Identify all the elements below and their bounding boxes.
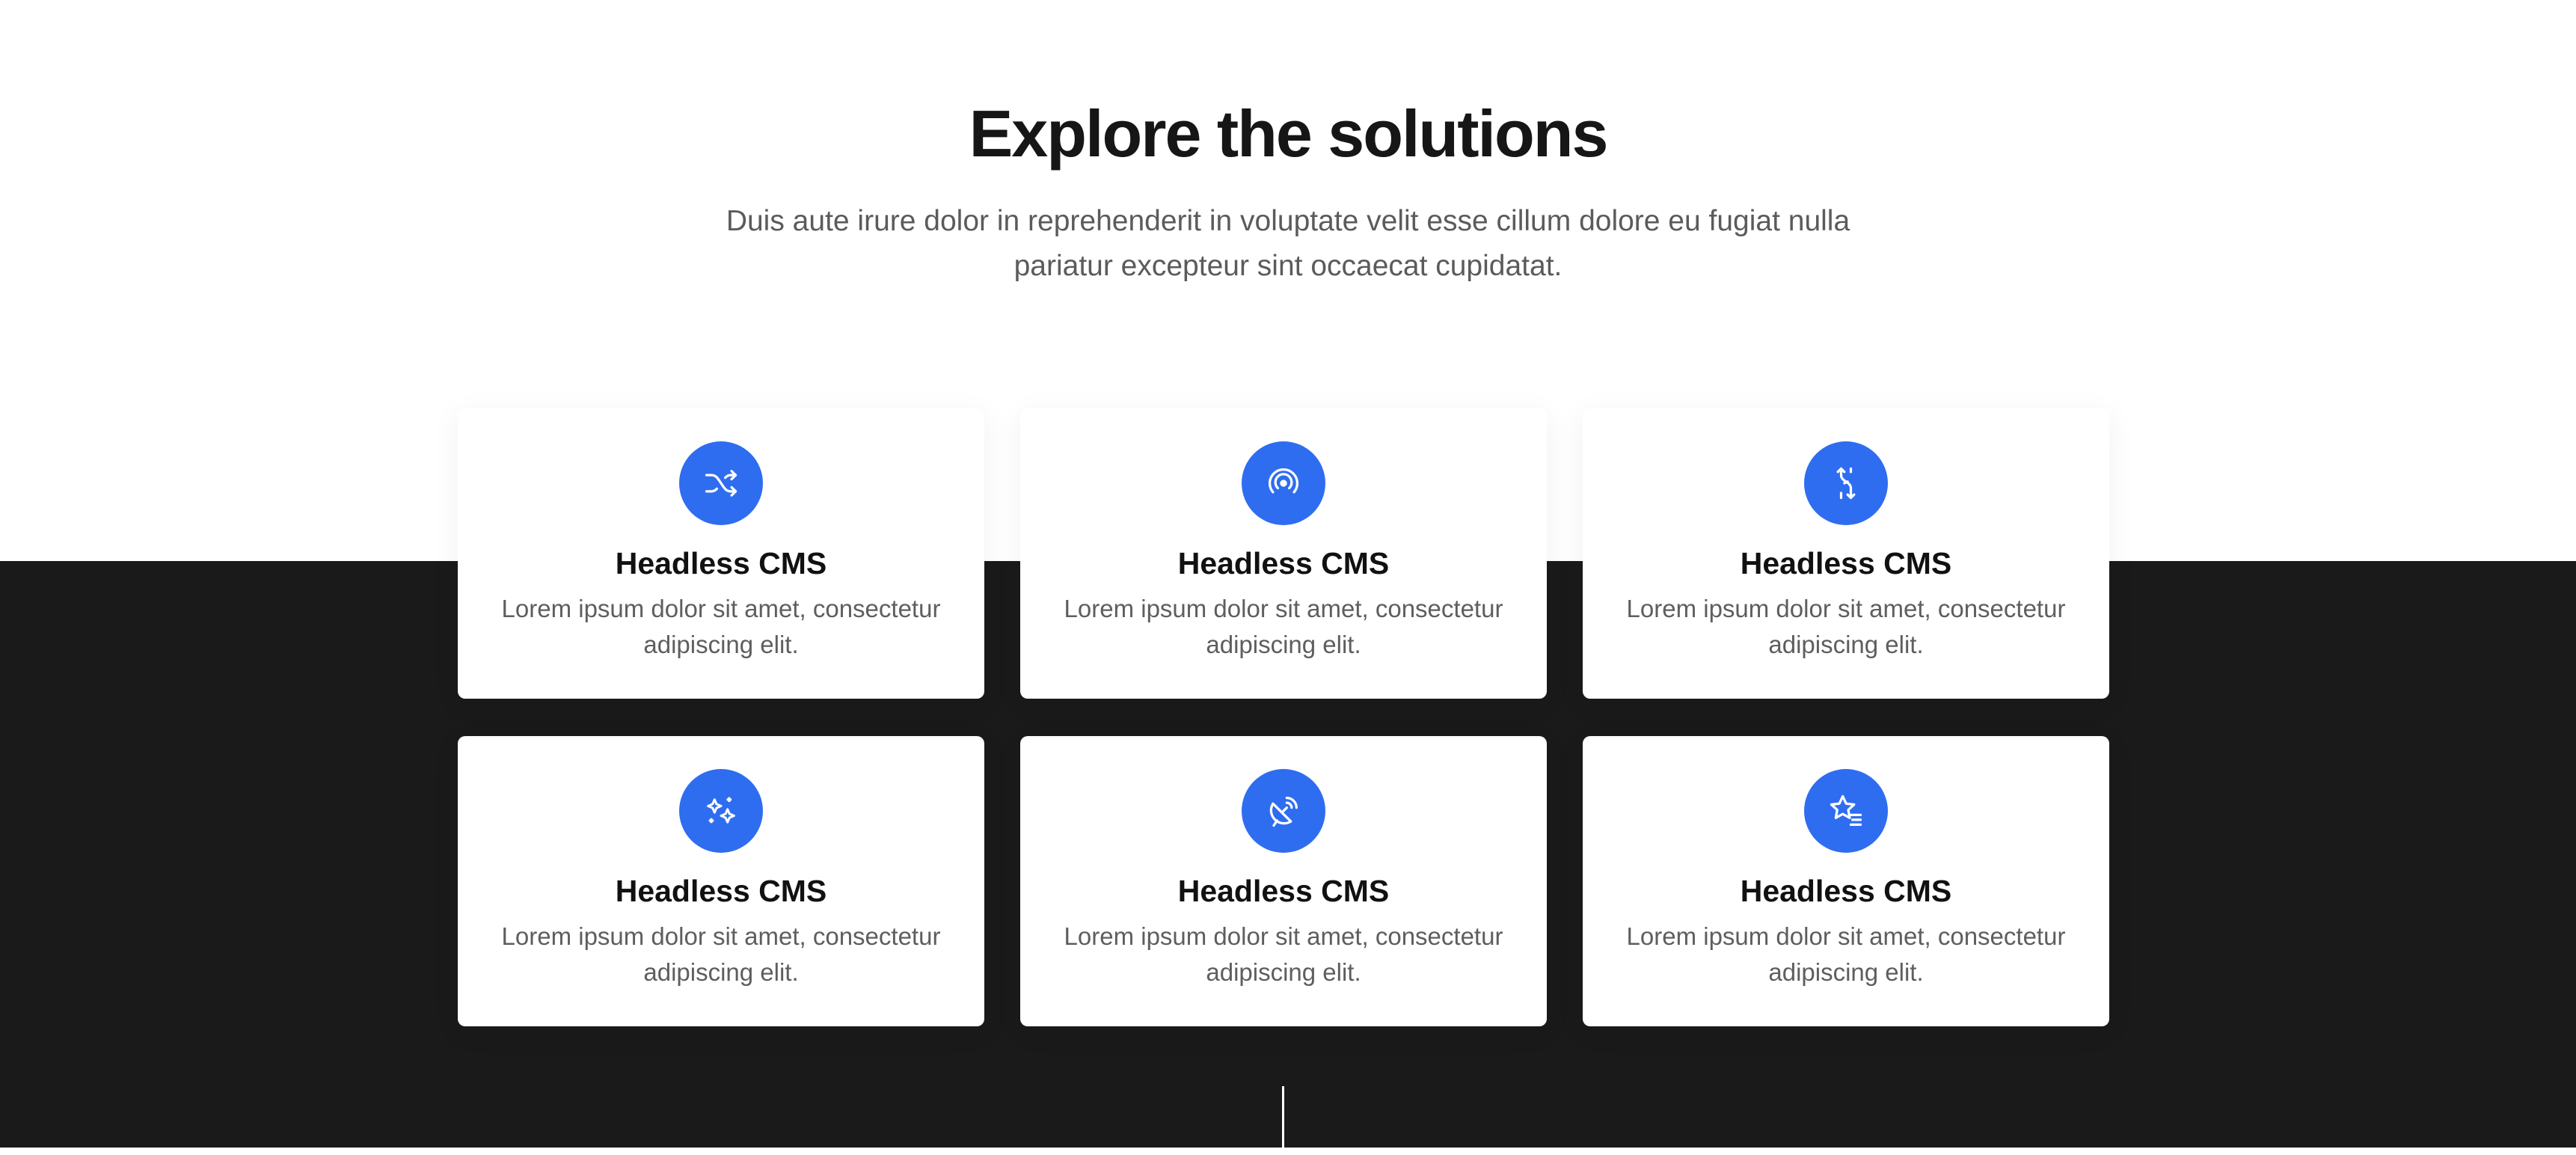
card-title: Headless CMS [1177,546,1390,580]
shuffle-icon [679,441,763,525]
card-description: Lorem ipsum dolor sit amet, consectetur … [501,595,941,658]
solutions-page: Explore the solutions Duis aute irure do… [0,0,2576,1155]
solution-card[interactable]: Headless CMS Lorem ipsum dolor sit amet,… [1020,736,1547,1026]
card-description: Lorem ipsum dolor sit amet, consectetur … [1064,595,1503,658]
solution-card[interactable]: Headless CMS Lorem ipsum dolor sit amet,… [1020,408,1547,699]
solution-card[interactable]: Headless CMS Lorem ipsum dolor sit amet,… [1583,408,2109,699]
split-arrows-icon [1804,441,1888,525]
section-header: Explore the solutions Duis aute irure do… [0,90,2576,289]
card-description: Lorem ipsum dolor sit amet, consectetur … [1626,922,2066,986]
vertical-divider-line [1282,1086,1284,1148]
card-title: Headless CMS [1177,874,1390,908]
solution-card[interactable]: Headless CMS Lorem ipsum dolor sit amet,… [458,408,984,699]
card-title: Headless CMS [615,546,827,580]
section-title: Explore the solutions [969,96,1609,171]
solution-card[interactable]: Headless CMS Lorem ipsum dolor sit amet,… [1583,736,2109,1026]
card-title: Headless CMS [1740,874,1952,908]
card-description: Lorem ipsum dolor sit amet, consectetur … [1626,595,2066,658]
card-title: Headless CMS [615,874,827,908]
solutions-grid: Headless CMS Lorem ipsum dolor sit amet,… [458,408,2109,1026]
sparkles-icon [679,769,763,853]
card-title: Headless CMS [1740,546,1952,580]
section-subtitle: Duis aute irure dolor in reprehenderit i… [726,205,1850,282]
card-description: Lorem ipsum dolor sit amet, consectetur … [1064,922,1503,986]
satellite-dish-icon [1242,769,1325,853]
solution-card[interactable]: Headless CMS Lorem ipsum dolor sit amet,… [458,736,984,1026]
target-icon [1242,441,1325,525]
star-list-icon [1804,769,1888,853]
card-description: Lorem ipsum dolor sit amet, consectetur … [501,922,941,986]
